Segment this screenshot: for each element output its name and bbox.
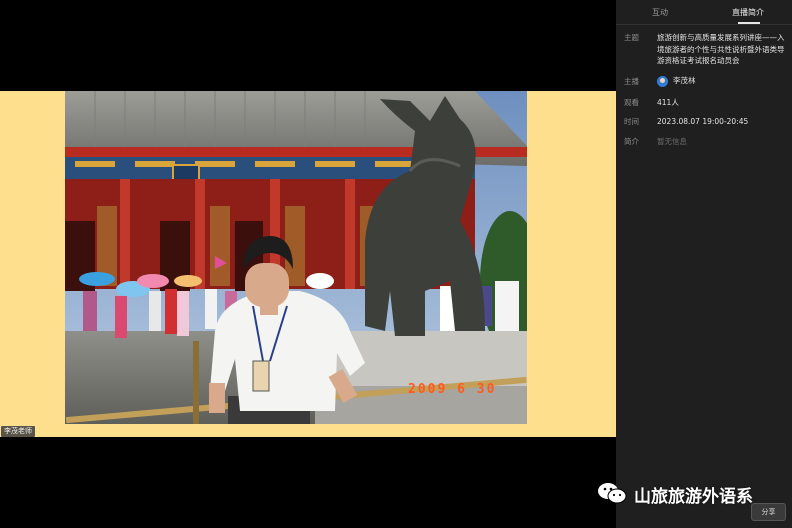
host-value: 李茂林 — [673, 76, 696, 85]
panel-tabs: 互动 直播简介 — [616, 0, 792, 25]
shared-slide: 2009 6 30 — [0, 91, 616, 437]
time-value: 2023.08.07 19:00-20:45 — [657, 117, 749, 126]
host-label: 主播 — [624, 77, 639, 86]
active-tab-indicator — [738, 22, 760, 24]
time-label: 时间 — [624, 117, 639, 126]
views-label: 观看 — [624, 98, 639, 107]
host-avatar — [657, 75, 668, 87]
views-value: 411人 — [657, 98, 679, 107]
slide-photo: 2009 6 30 — [65, 91, 527, 424]
info-topic-row: 主题 旅游创新与高质量发展系列讲座——入境旅游者的个性与共性说析暨外语类导游资格… — [624, 32, 788, 68]
watermark-text: 山旅旅游外语系 — [634, 487, 753, 507]
info-host-row: 主播 李茂林 — [624, 75, 788, 90]
host-value-wrap: 李茂林 — [657, 75, 787, 87]
live-stream-stage: 2009 6 30 李茂老师 — [0, 0, 616, 528]
presenter-name-label: 李茂老师 — [1, 426, 35, 437]
intro-label: 简介 — [624, 137, 639, 146]
intro-value: 暂无信息 — [657, 137, 687, 146]
topic-label: 主题 — [624, 33, 639, 42]
side-panel: 互动 直播简介 主题 旅游创新与高质量发展系列讲座——入境旅游者的个性与共性说析… — [616, 0, 792, 528]
tab-live-intro[interactable]: 直播简介 — [732, 7, 764, 18]
wechat-icon — [598, 483, 627, 504]
info-time-row: 时间 2023.08.07 19:00-20:45 — [624, 116, 788, 128]
info-views-row: 观看 411人 — [624, 97, 788, 109]
photo-date-stamp: 2009 6 30 — [408, 382, 497, 397]
tab-interaction[interactable]: 互动 — [652, 7, 668, 18]
share-button[interactable]: 分享 — [751, 503, 786, 521]
palace-qilin-photo — [65, 91, 527, 424]
topic-value: 旅游创新与高质量发展系列讲座——入境旅游者的个性与共性说析暨外语类导游资格证考试… — [657, 33, 785, 65]
info-intro-row: 简介 暂无信息 — [624, 136, 788, 148]
